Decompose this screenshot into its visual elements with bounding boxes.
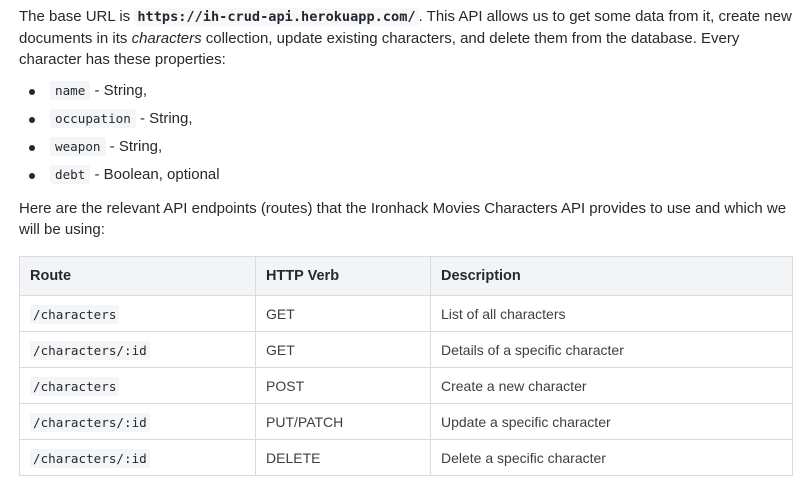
bullet-icon (29, 173, 35, 179)
property-type: - Boolean, optional (90, 166, 220, 183)
route-code: /characters (30, 376, 120, 396)
property-type: - String, (135, 110, 193, 127)
table-row: /characters/:id PUT/PATCH Update a speci… (19, 403, 793, 440)
route-cell: /characters/:id (19, 403, 256, 440)
route-code: /characters/:id (30, 412, 150, 432)
intro-prefix: The base URL is (19, 8, 135, 25)
route-cell: /characters (19, 295, 256, 332)
verb-cell: POST (255, 367, 431, 404)
route-code: /characters/:id (30, 340, 150, 360)
property-name: weapon (50, 137, 106, 156)
description-cell: Create a new character (430, 367, 793, 404)
list-item: debt - Boolean, optional (19, 161, 797, 189)
table-row: /characters/:id DELETE Delete a specific… (19, 439, 793, 476)
bullet-icon (29, 117, 35, 123)
list-item: name - String, (19, 77, 797, 105)
header-route: Route (19, 256, 256, 296)
verb-cell: PUT/PATCH (255, 403, 431, 440)
table-row: /characters POST Create a new character (19, 367, 793, 404)
table-row: /characters GET List of all characters (19, 295, 793, 332)
property-type: - String, (105, 138, 163, 155)
list-item: occupation - String, (19, 105, 797, 133)
collection-name: characters (131, 30, 202, 47)
properties-list: name - String, occupation - String, weap… (19, 77, 797, 189)
base-url: https://ih-crud-api.herokuapp.com/ (134, 8, 419, 26)
list-item: weapon - String, (19, 133, 797, 161)
verb-cell: DELETE (255, 439, 431, 476)
property-name: occupation (50, 109, 136, 128)
endpoints-table: Route HTTP Verb Description /characters … (19, 256, 793, 476)
route-cell: /characters/:id (19, 331, 256, 368)
description-cell: Details of a specific character (430, 331, 793, 368)
property-type: - String, (90, 82, 148, 99)
description-cell: Delete a specific character (430, 439, 793, 476)
table-header-row: Route HTTP Verb Description (19, 256, 793, 296)
bullet-icon (29, 89, 35, 95)
route-cell: /characters/:id (19, 439, 256, 476)
route-code: /characters/:id (30, 448, 150, 468)
header-description: Description (430, 256, 793, 296)
route-code: /characters (30, 304, 120, 324)
property-name: debt (50, 165, 91, 184)
verb-cell: GET (255, 331, 431, 368)
description-cell: Update a specific character (430, 403, 793, 440)
document-content: The base URL is https://ih-crud-api.hero… (19, 6, 797, 240)
description-cell: List of all characters (430, 295, 793, 332)
intro-paragraph: The base URL is https://ih-crud-api.hero… (19, 6, 797, 70)
verb-cell: GET (255, 295, 431, 332)
header-http-verb: HTTP Verb (255, 256, 431, 296)
route-cell: /characters (19, 367, 256, 404)
bullet-icon (29, 145, 35, 151)
endpoints-intro: Here are the relevant API endpoints (rou… (19, 200, 787, 238)
table-row: /characters/:id GET Details of a specifi… (19, 331, 793, 368)
property-name: name (50, 81, 91, 100)
